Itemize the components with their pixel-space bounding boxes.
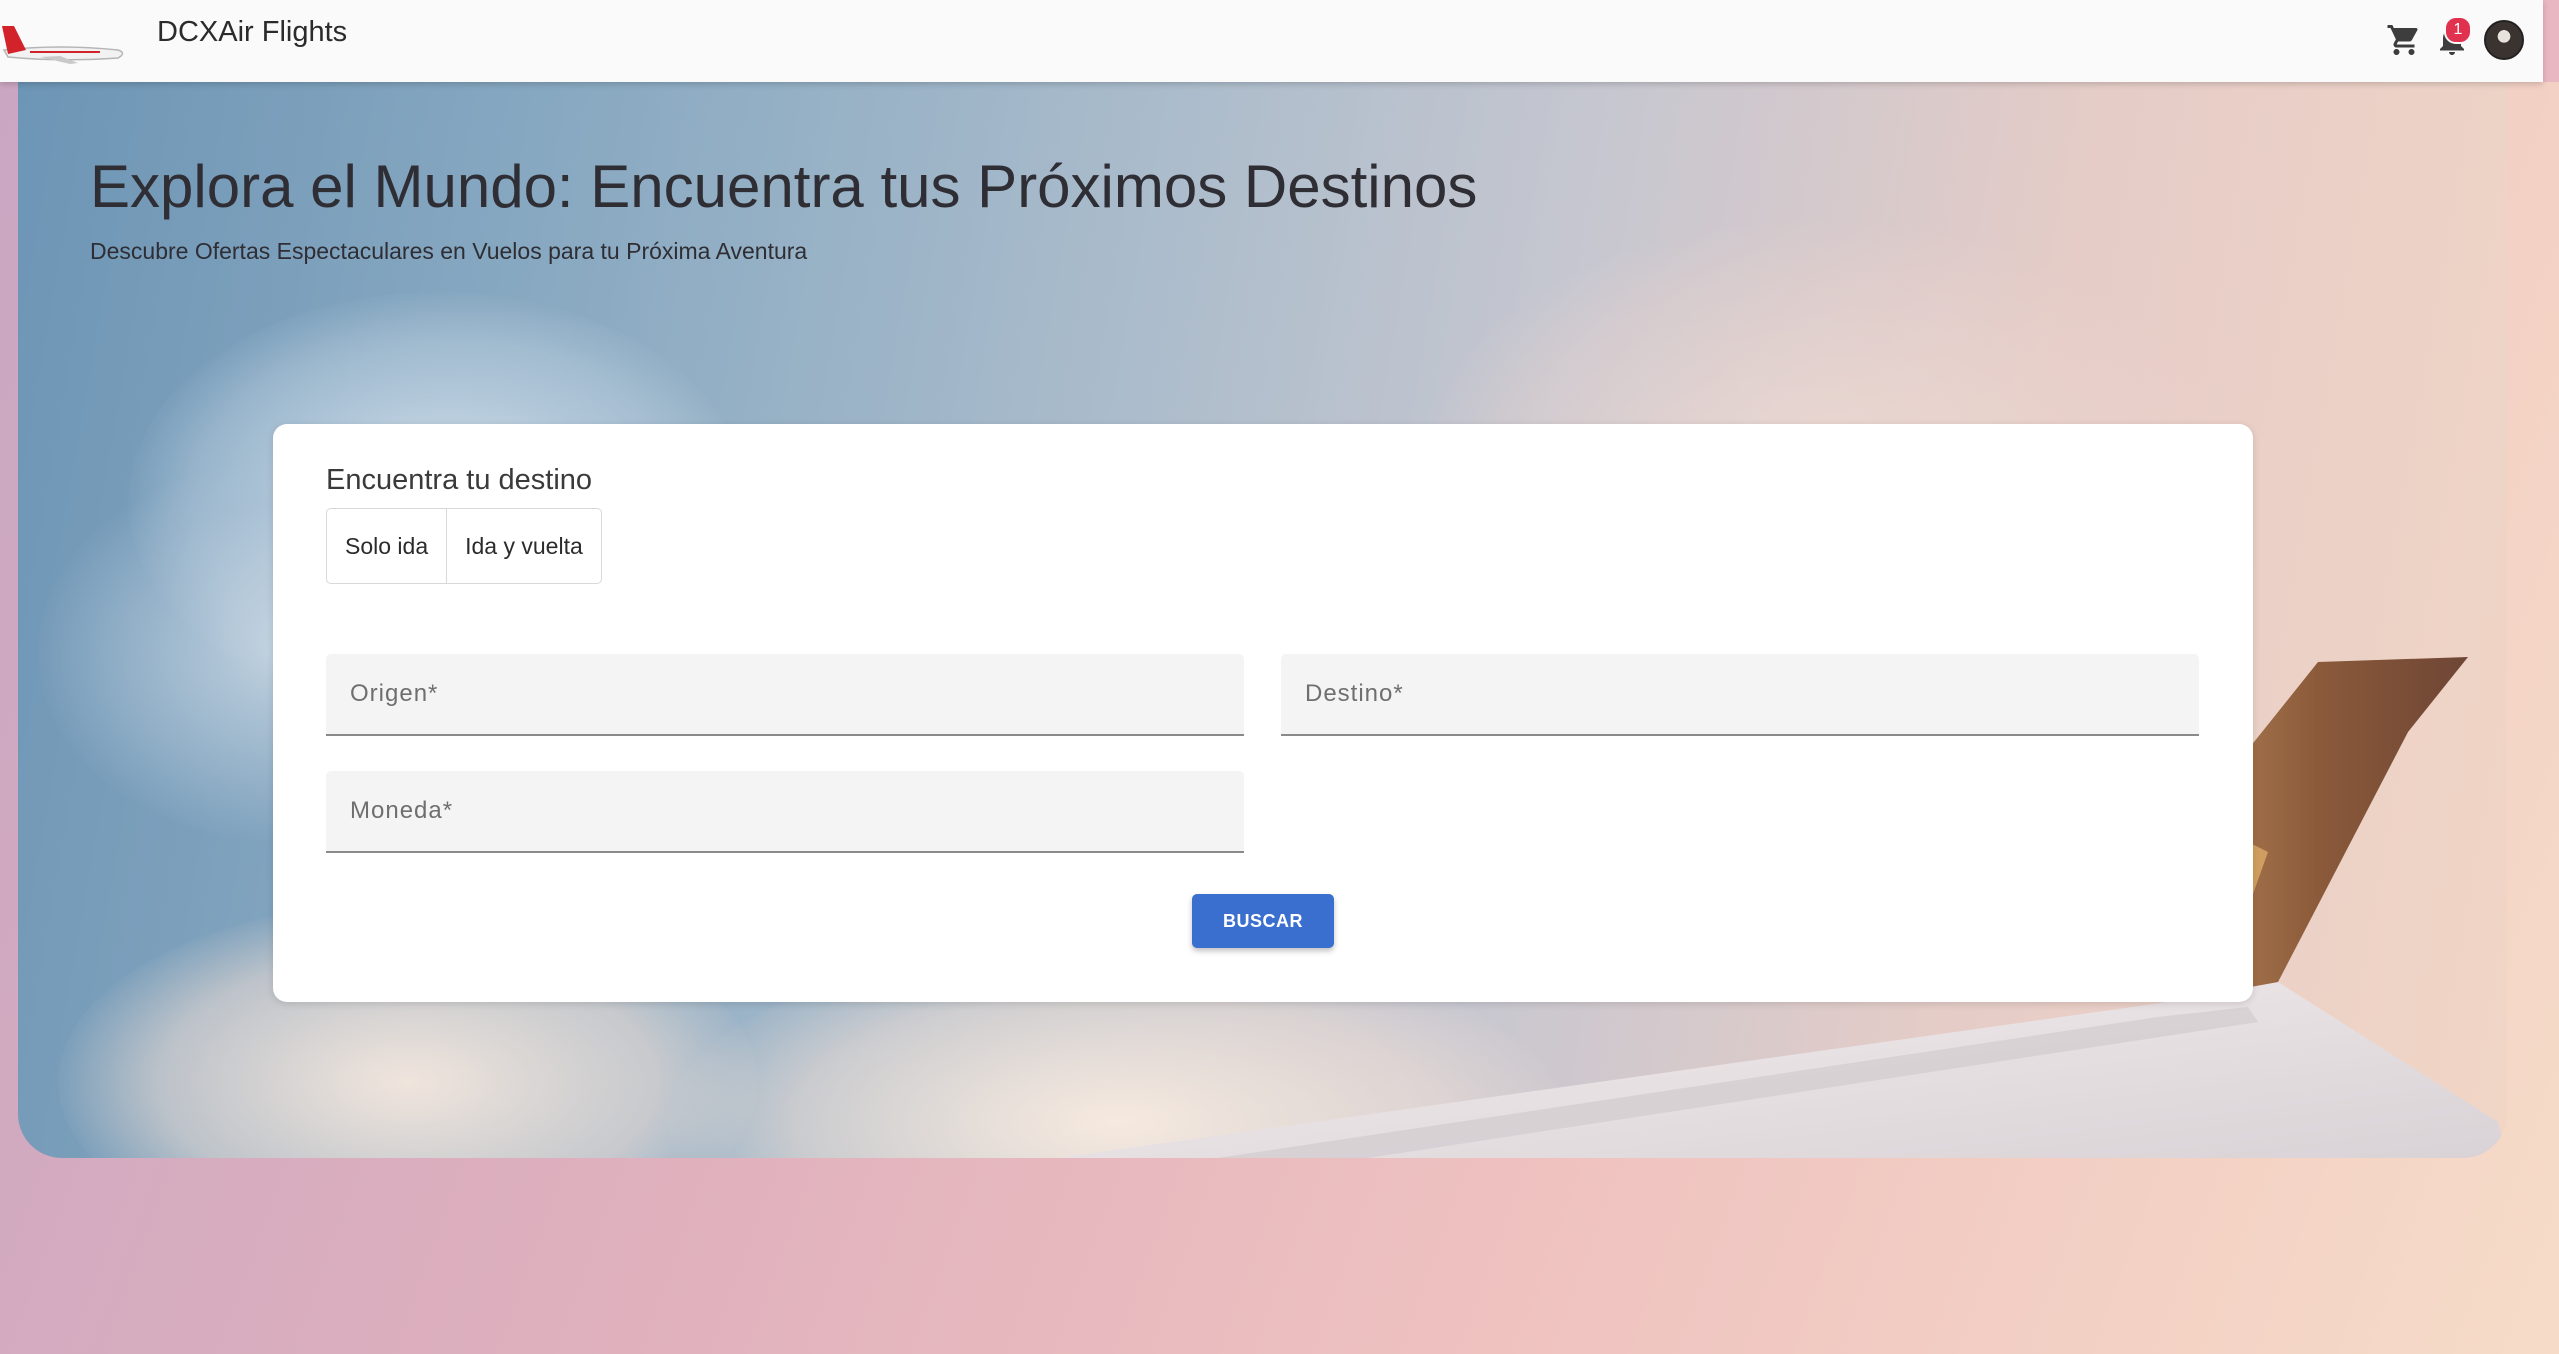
hero-subtitle: Descubre Ofertas Espectaculares en Vuelo…: [90, 238, 808, 264]
trip-type-round-trip[interactable]: Ida y vuelta: [446, 509, 601, 583]
destination-field: [1281, 654, 2199, 736]
notification-badge: 1: [2444, 16, 2472, 44]
search-card-title: Encuentra tu destino: [326, 464, 593, 496]
top-app-bar: DCXAir Flights 1: [0, 0, 2543, 82]
destination-input[interactable]: [1281, 654, 2199, 734]
hero-banner: Explora el Mundo: Encuentra tus Próximos…: [18, 82, 2507, 1158]
page-edge: [2543, 0, 2559, 82]
airplane-logo[interactable]: [0, 20, 128, 66]
trip-type-one-way[interactable]: Solo ida: [327, 509, 446, 583]
hero-title: Explora el Mundo: Encuentra tus Próximos…: [90, 153, 1478, 220]
app-title[interactable]: DCXAir Flights: [157, 16, 347, 49]
search-card: Encuentra tu destino Solo ida Ida y vuel…: [273, 424, 2253, 1002]
origin-field: [326, 654, 1244, 736]
currency-input[interactable]: [326, 771, 1244, 851]
origin-input[interactable]: [326, 654, 1244, 734]
search-button[interactable]: BUSCAR: [1192, 894, 1334, 948]
currency-field: [326, 771, 1244, 853]
trip-type-toggle: Solo ida Ida y vuelta: [326, 508, 602, 584]
cart-icon[interactable]: [2386, 22, 2422, 58]
avatar[interactable]: [2484, 20, 2524, 60]
